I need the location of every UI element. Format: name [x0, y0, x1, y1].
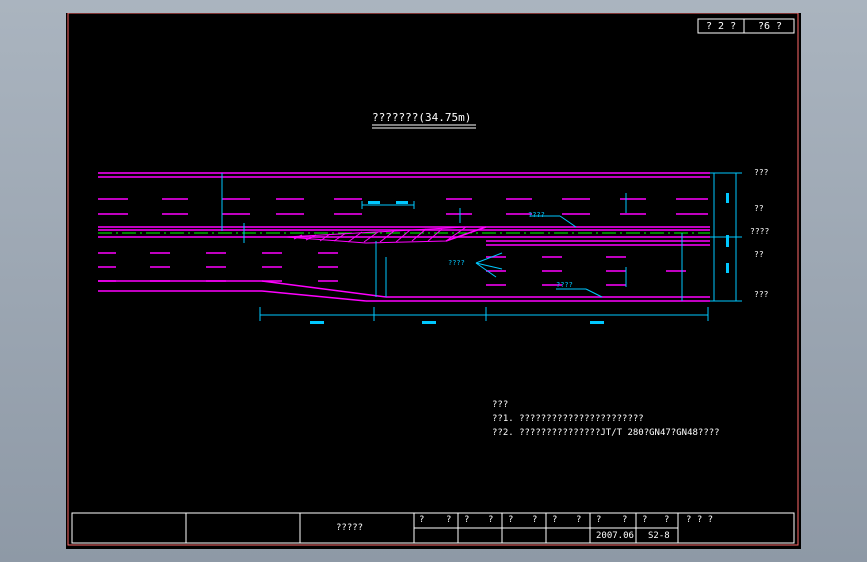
callout-bottom: ????	[556, 281, 573, 289]
label-right-mid2: ????	[750, 227, 770, 236]
dimension-text-blocks	[310, 193, 729, 324]
title-block-h10: ?	[622, 515, 628, 525]
title-block-h3: ?	[464, 515, 470, 525]
drawing-title: ???????(34.75m)	[372, 111, 472, 124]
callout-lower: ????	[448, 259, 465, 267]
callout-upper: ????	[528, 211, 545, 219]
title-block-h6: ?	[532, 515, 538, 525]
sheet-border	[67, 13, 799, 546]
notes-line-1: ??1. ???????????????????????	[492, 414, 644, 424]
title-block-h9: ?	[596, 515, 602, 525]
cad-drawing-canvas[interactable]	[66, 13, 801, 549]
label-right-mid3: ??	[754, 250, 764, 259]
sheet-number-right: ?6 ?	[758, 21, 783, 32]
title-block-sheet-no: S2-8	[648, 531, 670, 541]
label-right-mid1: ??	[754, 204, 764, 213]
title-block-h7: ?	[552, 515, 558, 525]
title-block-date: 2007.06	[596, 531, 634, 541]
lane-dashes-lower-2	[98, 256, 686, 272]
notes-line-2: ??2. ???????????????JT/T 280?GN47?GN48??…	[492, 428, 720, 438]
label-right-top: ???	[754, 168, 769, 177]
sheet-number-left: ? 2 ?	[706, 21, 737, 32]
title-block-drawing-name: ?????	[336, 523, 364, 533]
title-block-h8: ?	[576, 515, 582, 525]
title-block-h2: ?	[446, 515, 452, 525]
label-right-bottom: ???	[754, 290, 769, 299]
title-block-h11: ?	[642, 515, 648, 525]
title-block-h4: ?	[488, 515, 494, 525]
title-block-h1: ?	[419, 515, 425, 525]
drawing-sheet[interactable]: ? 2 ? ?6 ? ???????(34.75m) ??? ?? ???? ?…	[66, 13, 801, 549]
title-block-h5: ?	[508, 515, 514, 525]
title-block-h13: ? ? ?	[686, 515, 714, 525]
dimension-lines	[221, 172, 742, 321]
title-block-h12: ?	[664, 515, 670, 525]
notes-heading: ???	[492, 400, 509, 410]
